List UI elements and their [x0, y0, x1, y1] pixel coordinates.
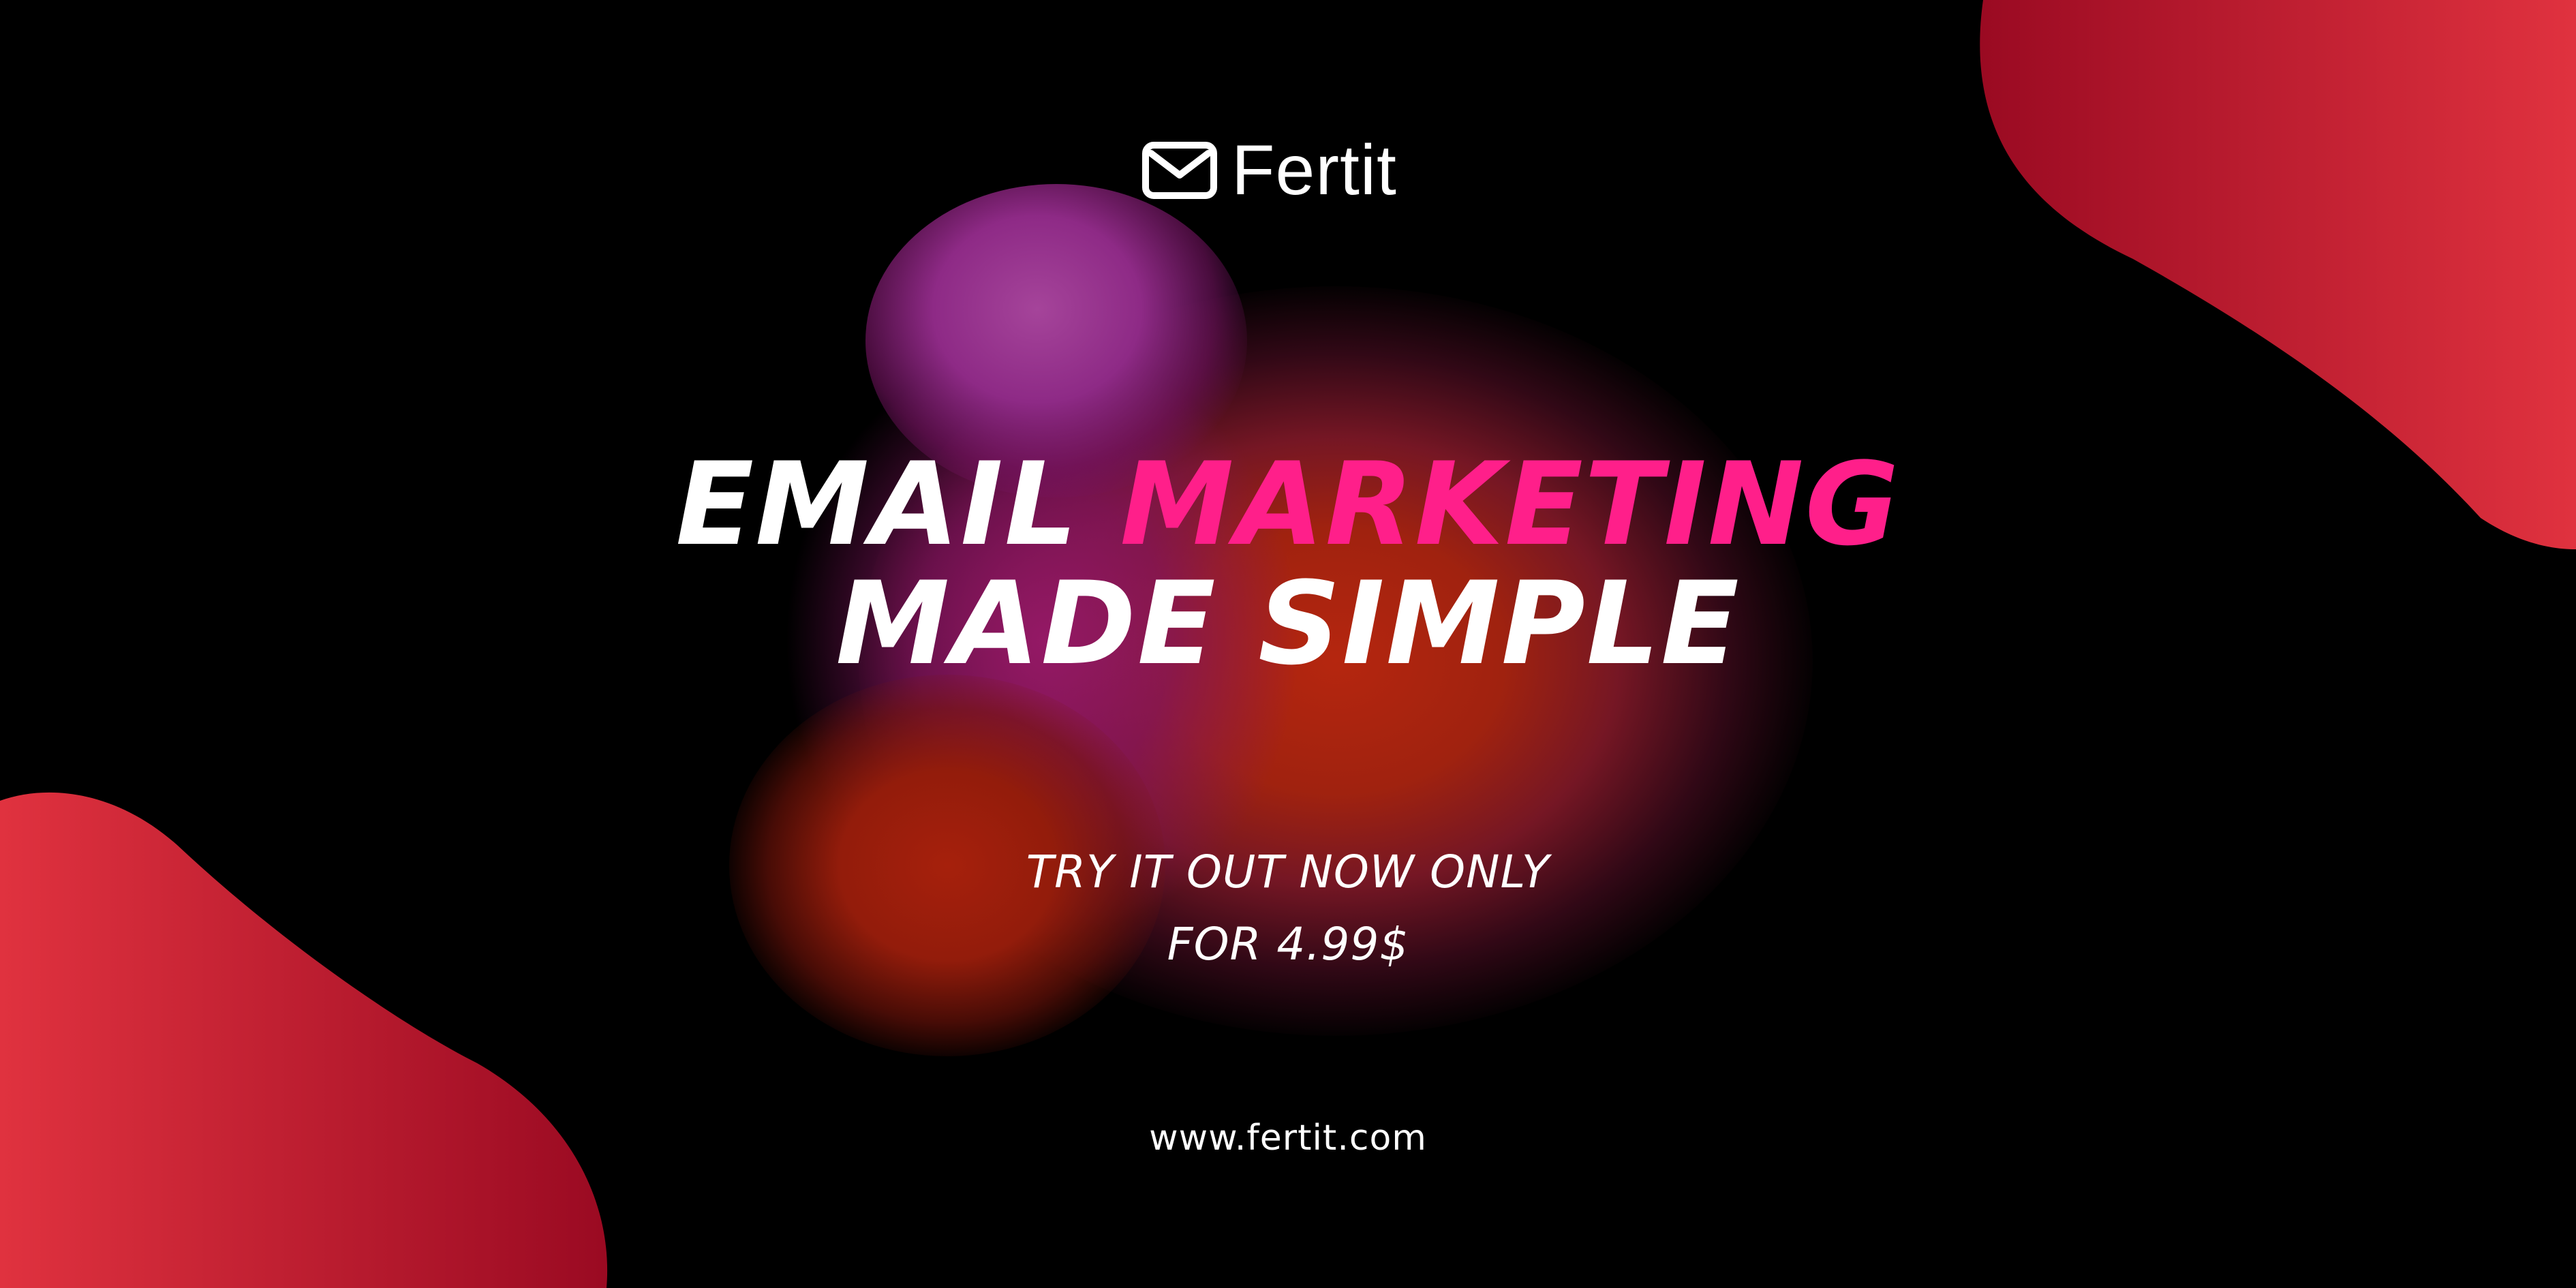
headline-white-word: EMAIL	[675, 438, 1079, 571]
headline-accent-word: MARKETING	[1120, 438, 1901, 571]
brand-logo: Fertit	[1141, 131, 1397, 210]
brand-name: Fertit	[1231, 131, 1397, 210]
headline-line-1: EMAIL MARKETING	[0, 446, 2576, 562]
promo-banner: Fertit EMAIL MARKETING MADE SIMPLE TRY I…	[0, 0, 2576, 1288]
headline-line-2: MADE SIMPLE	[835, 557, 1741, 690]
website-url: www.fertit.com	[1149, 1118, 1427, 1159]
envelope-icon	[1142, 142, 1217, 199]
offer-line-1: TRY IT OUT NOW ONLY	[1026, 846, 1550, 898]
offer-line-2: FOR 4.99$	[1167, 918, 1409, 970]
